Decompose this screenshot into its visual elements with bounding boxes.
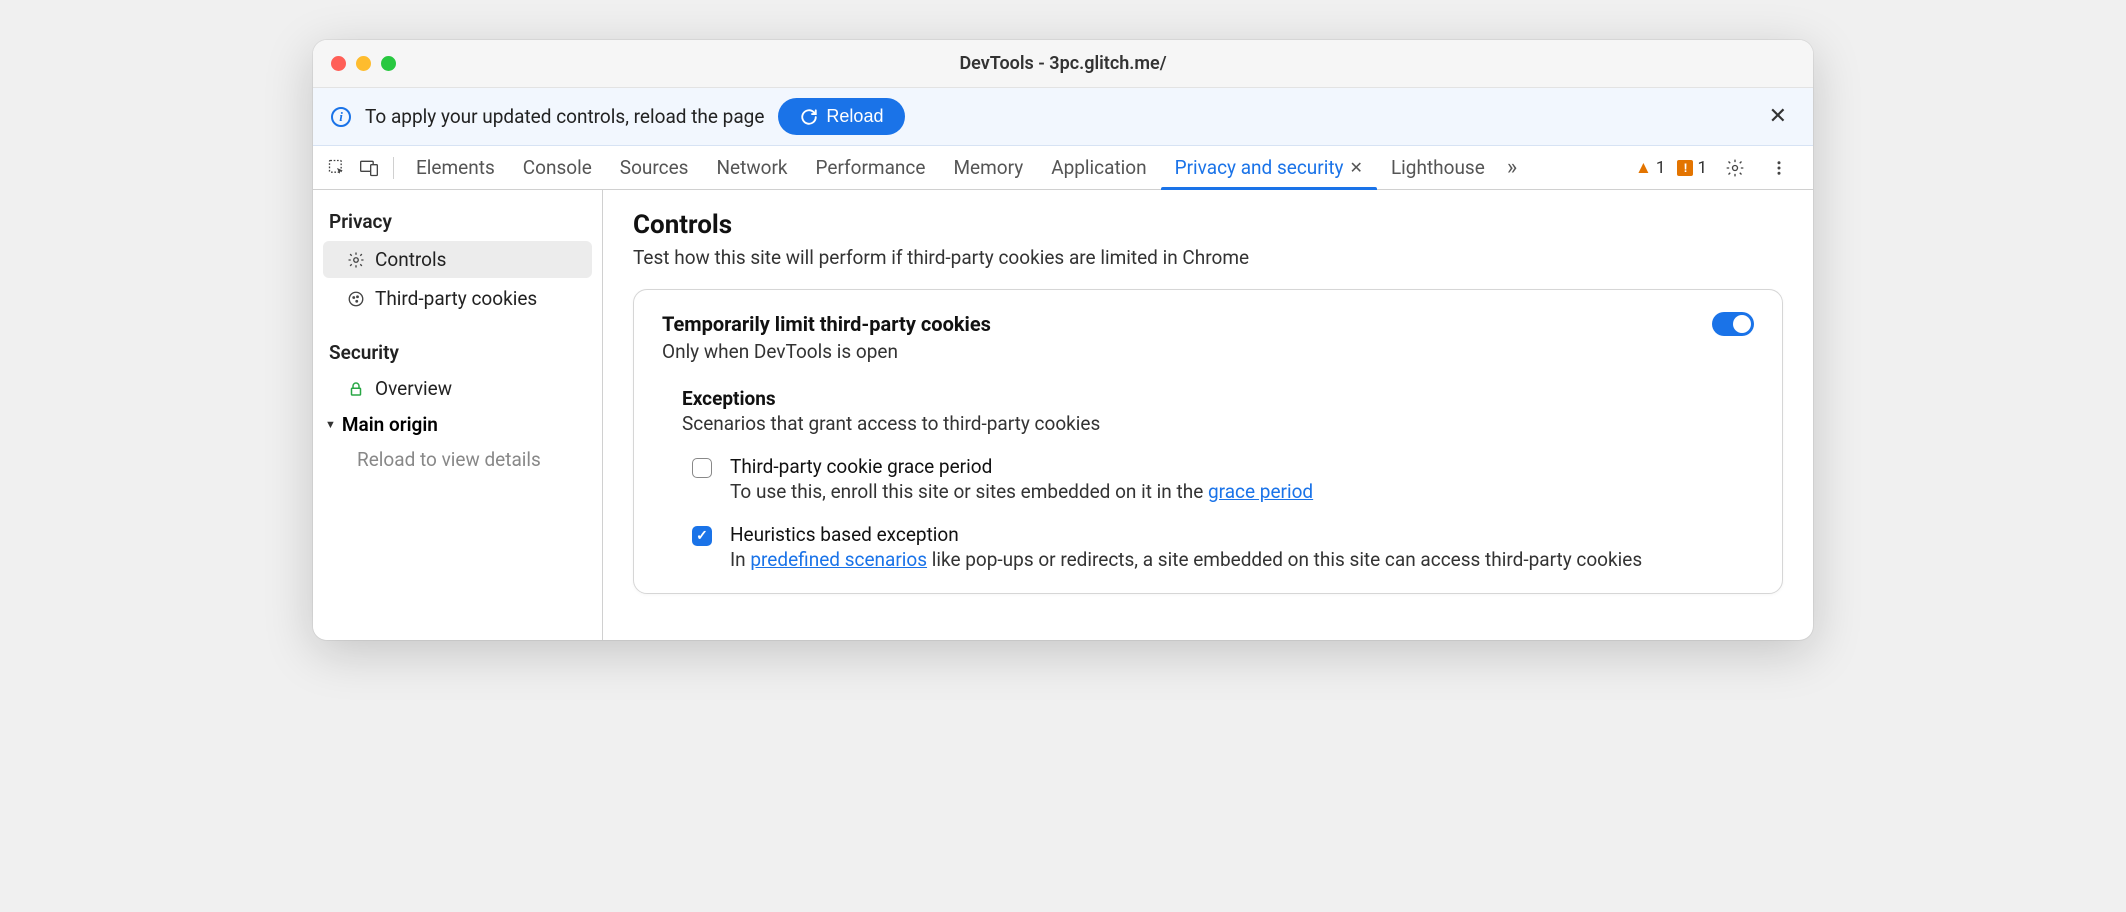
sidebar-item-main-origin[interactable]: ▼ Main origin [313,407,602,442]
reload-button[interactable]: Reload [778,98,905,135]
card-title: Temporarily limit third-party cookies [662,312,991,336]
tab-sources[interactable]: Sources [606,146,703,189]
page-subtitle: Test how this site will perform if third… [633,246,1783,269]
heuristics-option: Heuristics based exception In predefined… [682,523,1754,571]
exceptions-title: Exceptions [682,387,1754,410]
sidebar-item-label: Overview [375,377,452,400]
card-subtitle: Only when DevTools is open [662,340,991,363]
info-icon: i [331,107,351,127]
sidebar-reload-hint: Reload to view details [313,442,602,477]
limit-cookies-card: Temporarily limit third-party cookies On… [633,289,1783,594]
warning-triangle-icon: ▲ [1635,158,1652,178]
gear-icon [347,251,365,269]
tab-elements[interactable]: Elements [402,146,509,189]
option-description: In predefined scenarios like pop-ups or … [730,548,1642,571]
exceptions-section: Exceptions Scenarios that grant access t… [662,387,1754,571]
tabstrip: Elements Console Sources Network Perform… [313,146,1813,190]
warning-count: 1 [1656,158,1666,178]
infobar-close-button[interactable]: ✕ [1761,100,1795,133]
tab-lighthouse[interactable]: Lighthouse [1377,146,1499,189]
more-menu-button[interactable] [1763,152,1795,184]
sidebar-heading-privacy: Privacy [313,204,602,239]
sidebar-item-label: Third-party cookies [375,287,537,310]
reload-button-label: Reload [826,106,883,127]
window-title: DevTools - 3pc.glitch.me/ [313,53,1813,74]
grace-period-link[interactable]: grace period [1208,480,1313,503]
disclosure-triangle-icon: ▼ [325,418,336,431]
tab-application[interactable]: Application [1037,146,1160,189]
tab-close-icon[interactable]: ✕ [1350,158,1363,177]
tab-performance[interactable]: Performance [802,146,940,189]
kebab-icon [1770,159,1788,177]
titlebar: DevTools - 3pc.glitch.me/ [313,40,1813,88]
grace-period-option: Third-party cookie grace period To use t… [682,455,1754,503]
option-description: To use this, enroll this site or sites e… [730,480,1313,503]
panel-body: Privacy Controls Third-party cookies Sec… [313,190,1813,640]
more-tabs-button[interactable]: » [1499,155,1523,180]
tabstrip-status: ▲ 1 ! 1 [1625,152,1805,184]
tab-memory[interactable]: Memory [939,146,1037,189]
inspect-element-button[interactable] [321,152,353,184]
sidebar-item-label: Main origin [342,413,438,436]
device-toolbar-button[interactable] [353,152,385,184]
issue-square-icon: ! [1677,160,1693,176]
divider [393,157,394,179]
option-title: Heuristics based exception [730,523,1642,546]
devtools-window: DevTools - 3pc.glitch.me/ i To apply you… [313,40,1813,640]
limit-cookies-toggle[interactable] [1712,312,1754,336]
option-title: Third-party cookie grace period [730,455,1313,478]
grace-period-checkbox[interactable] [692,458,712,478]
tab-privacy-security[interactable]: Privacy and security ✕ [1161,146,1377,189]
warning-indicator[interactable]: ▲ 1 [1635,158,1665,178]
sidebar-heading-security: Security [313,335,602,370]
settings-button[interactable] [1719,152,1751,184]
main-panel: Controls Test how this site will perform… [603,190,1813,640]
sidebar-item-cookies[interactable]: Third-party cookies [313,280,602,317]
sidebar: Privacy Controls Third-party cookies Sec… [313,190,603,640]
exceptions-subtitle: Scenarios that grant access to third-par… [682,412,1754,435]
infobar-message: To apply your updated controls, reload t… [365,105,764,128]
sidebar-item-label: Controls [375,248,446,271]
predefined-scenarios-link[interactable]: predefined scenarios [750,548,927,571]
tab-network[interactable]: Network [702,146,801,189]
lock-icon [347,380,365,398]
heuristics-checkbox[interactable] [692,526,712,546]
gear-icon [1725,158,1745,178]
page-title: Controls [633,210,1783,240]
sidebar-item-controls[interactable]: Controls [323,241,592,278]
tab-console[interactable]: Console [509,146,606,189]
reload-infobar: i To apply your updated controls, reload… [313,88,1813,146]
sidebar-item-overview[interactable]: Overview [313,370,602,407]
issue-indicator[interactable]: ! 1 [1677,158,1707,178]
reload-icon [800,108,818,126]
cookie-icon [347,290,365,308]
issue-count: 1 [1697,158,1707,178]
